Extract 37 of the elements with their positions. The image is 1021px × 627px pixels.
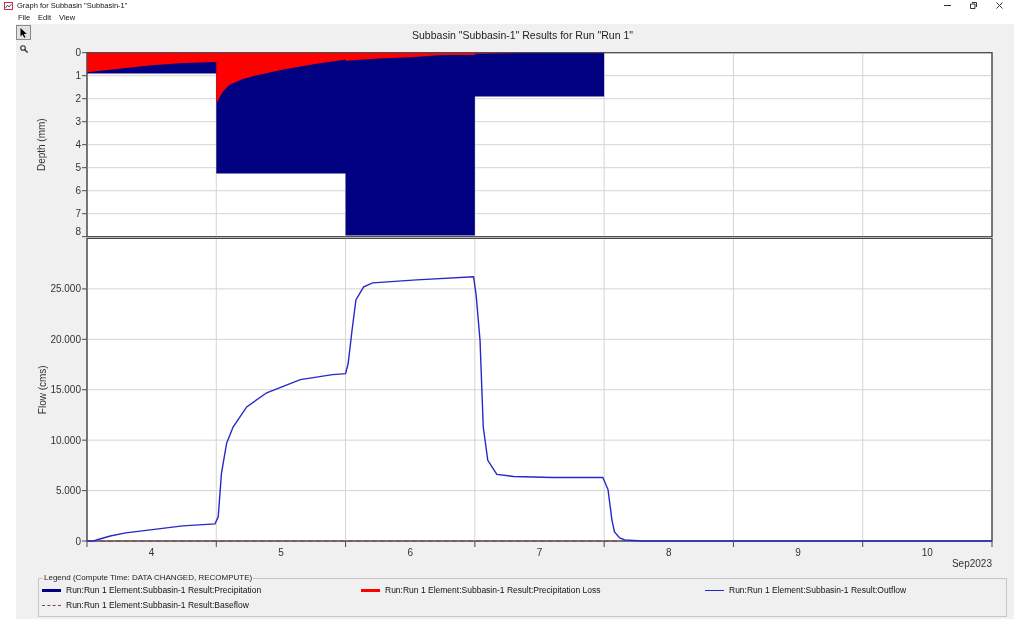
close-icon <box>995 2 1003 9</box>
tick-label: 4 <box>75 139 81 151</box>
legend-label: Run:Run 1 Element:Subbasin-1 Result:Precipitation Loss <box>385 585 601 596</box>
tick-label: 10 <box>921 546 933 558</box>
tick-label: 5 <box>278 546 284 558</box>
tick-label: 20.000 <box>50 333 81 345</box>
pointer-tool-button[interactable] <box>16 25 31 40</box>
minimize-icon <box>943 5 951 6</box>
tick-label: 7 <box>75 208 81 220</box>
restore-icon <box>969 2 977 9</box>
tick-label: 2 <box>75 93 81 105</box>
magnifier-icon <box>19 44 28 53</box>
tick-label: 7 <box>536 546 543 558</box>
tick-label: 1 <box>75 70 81 82</box>
legend-title: Legend (Compute Time: DATA CHANGED, RECOMPUTE) <box>43 573 254 583</box>
tick-label: 0 <box>75 535 81 547</box>
tick-label: 3 <box>75 116 81 128</box>
tick-label: 0 <box>75 47 81 59</box>
tick-label: 5 <box>75 162 81 174</box>
tick-label: 4 <box>148 546 155 558</box>
tick-label: 6 <box>75 185 81 197</box>
tick-label: 25.000 <box>50 283 81 295</box>
tick-label: 6 <box>407 546 413 558</box>
tick-label: 9 <box>795 546 801 558</box>
legend-label: Run:Run 1 Element:Subbasin-1 Result:Outflow <box>729 585 907 596</box>
tick-label: 8 <box>666 546 672 558</box>
tick-label: 5.000 <box>55 485 81 497</box>
pointer-icon <box>20 27 27 38</box>
axis-title: Depth (mm) <box>36 118 48 172</box>
chart-title: Subbasin "Subbasin-1" Results for Run "Run 1" <box>412 28 633 41</box>
tick-label: 8 <box>75 226 81 237</box>
axis-title: Sep2023 <box>951 557 992 569</box>
tick-label: 10.000 <box>50 434 81 446</box>
tick-label: 15.000 <box>50 384 81 396</box>
axis-title: Flow (cms) <box>36 365 48 415</box>
legend-label: Run:Run 1 Element:Subbasin-1 Result:Baseflow <box>66 600 249 611</box>
legend-label: Run:Run 1 Element:Subbasin-1 Result:Precipitation <box>66 585 262 596</box>
